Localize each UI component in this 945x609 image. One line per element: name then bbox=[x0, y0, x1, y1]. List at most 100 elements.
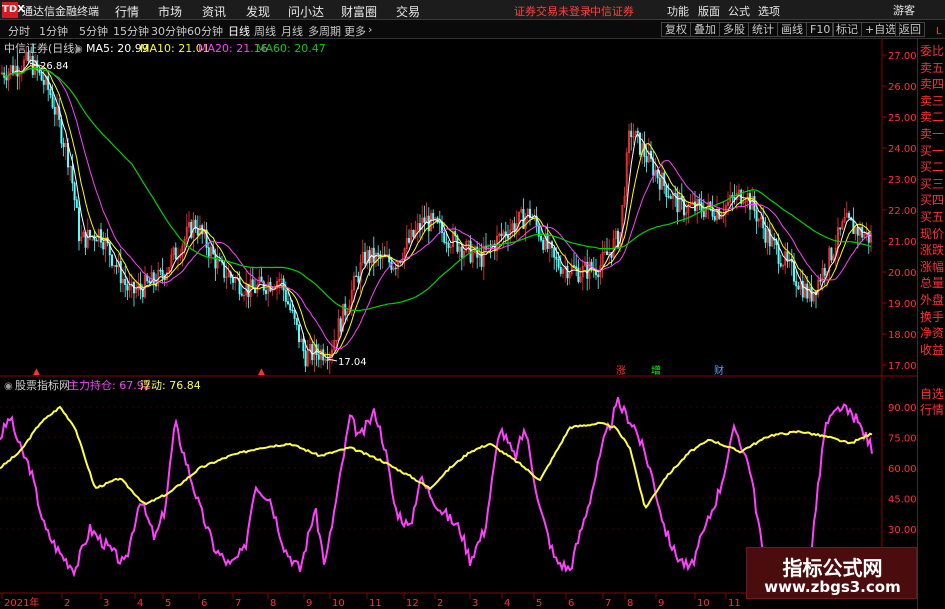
event-marker-a: ▲ bbox=[33, 367, 40, 377]
date-tick: 4 bbox=[137, 598, 143, 609]
side-panel-item[interactable]: 卖二 bbox=[920, 108, 944, 125]
side-panel-item[interactable]: 买二 bbox=[920, 158, 944, 175]
indicator-name: 股票指标网 bbox=[15, 378, 70, 392]
date-tick: 9 bbox=[658, 598, 664, 609]
side-panel-item[interactable]: 收益 bbox=[920, 341, 944, 358]
menu-bar: TDX 通达信金融终端 行情 市场 资讯 发现 问小达 财富圈 交易 证券交易未… bbox=[0, 0, 945, 20]
date-tick: 8 bbox=[627, 598, 633, 609]
indicator-tick: 75.00 bbox=[888, 434, 917, 445]
date-tick: 9 bbox=[306, 598, 312, 609]
date-tick: 2 bbox=[64, 598, 70, 609]
side-panel-item[interactable]: 买一 bbox=[920, 142, 944, 159]
event-marker-b: ▲ bbox=[258, 367, 265, 377]
adjust-button[interactable]: 复权 bbox=[661, 22, 691, 37]
side-panel-item[interactable]: 买四 bbox=[920, 191, 944, 208]
menu-options[interactable]: 选项 bbox=[758, 3, 780, 19]
menu-formula[interactable]: 公式 bbox=[728, 3, 750, 19]
overlay-button[interactable]: 叠加 bbox=[690, 22, 720, 37]
tab-weekly[interactable]: 周线 bbox=[254, 23, 276, 39]
side-panel-item[interactable]: 卖一 bbox=[920, 125, 944, 142]
indicator-gear-icon[interactable]: ◉ bbox=[4, 381, 13, 392]
event-marker-up[interactable]: 涨 bbox=[616, 365, 626, 377]
menu-fortune[interactable]: 财富圈 bbox=[341, 3, 377, 20]
side-panel-item[interactable]: 委比 bbox=[920, 42, 944, 59]
side-panel-tab[interactable]: 自选 bbox=[920, 385, 944, 402]
tab-daily[interactable]: 日线 bbox=[228, 23, 250, 39]
tab-more[interactable]: 更多 bbox=[344, 23, 366, 39]
main-position-label: 主力持仓: 67.92 bbox=[68, 378, 151, 392]
indicator-tick: 90.00 bbox=[888, 403, 917, 414]
price-tick: 19.00 bbox=[888, 299, 917, 310]
date-tick: 3 bbox=[103, 598, 109, 609]
tab-monthly[interactable]: 月线 bbox=[281, 23, 303, 39]
price-tick: 22.00 bbox=[888, 206, 917, 217]
price-tick: 21.00 bbox=[888, 237, 917, 248]
side-panel-item[interactable]: 净资 bbox=[920, 324, 944, 341]
back-button[interactable]: 返回 bbox=[895, 22, 925, 37]
low-annotation: 17.04 bbox=[338, 357, 367, 368]
date-tick: 5 bbox=[536, 598, 542, 609]
side-panel-item[interactable]: 现价 bbox=[920, 225, 944, 242]
side-panel-item[interactable]: 外盘 bbox=[920, 291, 944, 308]
side-panel-item[interactable]: 换手 bbox=[920, 308, 944, 325]
watermark-title: 指标公式网 bbox=[782, 556, 883, 580]
settings-gear-icon[interactable]: ◉ bbox=[74, 44, 83, 55]
date-tick: 2 bbox=[437, 598, 443, 609]
event-marker-fin[interactable]: 财 bbox=[714, 364, 724, 377]
price-tick: 26.00 bbox=[888, 82, 917, 93]
multi-stock-button[interactable]: 多股 bbox=[719, 22, 749, 37]
login-status[interactable]: 证券交易未登录 bbox=[514, 3, 591, 19]
side-panel-tab[interactable]: 行情 bbox=[920, 401, 944, 418]
price-tick: 27.00 bbox=[888, 51, 917, 62]
tab-1min[interactable]: 1分钟 bbox=[39, 23, 68, 39]
event-marker-add[interactable]: 增 bbox=[651, 364, 661, 377]
ma60-label: MA60: 20.47 bbox=[256, 42, 326, 55]
tab-30min[interactable]: 30分钟 bbox=[151, 23, 187, 39]
menu-xiaoda[interactable]: 问小达 bbox=[288, 3, 324, 20]
guest-user[interactable]: 游客 bbox=[893, 2, 915, 18]
date-tick: 5 bbox=[165, 598, 171, 609]
side-panel-item[interactable]: 买三 bbox=[920, 175, 944, 192]
more-chevron-icon[interactable]: › bbox=[368, 23, 372, 36]
tab-timeshare[interactable]: 分时 bbox=[8, 23, 30, 39]
draw-line-button[interactable]: 画线 bbox=[777, 22, 807, 37]
app-title: 通达信金融终端 bbox=[22, 5, 99, 18]
date-tick: 3 bbox=[472, 598, 478, 609]
date-tick: 8 bbox=[270, 598, 276, 609]
date-tick: 7 bbox=[605, 598, 611, 609]
tab-5min[interactable]: 5分钟 bbox=[79, 23, 108, 39]
side-panel-item[interactable]: 涨跌 bbox=[920, 241, 944, 258]
mark-button[interactable]: 标记 bbox=[832, 22, 862, 37]
side-panel-item[interactable]: 卖四 bbox=[920, 75, 944, 92]
date-tick: 12 bbox=[406, 598, 419, 609]
price-tick: 17.00 bbox=[888, 361, 917, 372]
menu-function[interactable]: 功能 bbox=[667, 3, 689, 19]
side-panel-corner[interactable]: L bbox=[936, 26, 942, 37]
f10-button[interactable]: F10 bbox=[806, 22, 835, 37]
date-tick: 10 bbox=[697, 598, 710, 609]
indicator-tick: 45.00 bbox=[888, 495, 917, 506]
side-panel-item[interactable]: 买五 bbox=[920, 208, 944, 225]
watermark: 指标公式网 www.zbgs3.com bbox=[746, 547, 917, 599]
tab-60min[interactable]: 60分钟 bbox=[187, 23, 223, 39]
date-tick: 2021年 bbox=[4, 596, 39, 609]
side-panel-item[interactable]: 涨幅 bbox=[920, 258, 944, 275]
price-tick: 18.00 bbox=[888, 330, 917, 341]
indicator-tick: 60.00 bbox=[888, 464, 917, 475]
price-tick: 25.00 bbox=[888, 113, 917, 124]
menu-discover[interactable]: 发现 bbox=[246, 3, 270, 20]
menu-layout[interactable]: 版面 bbox=[698, 3, 720, 19]
side-panel-item[interactable]: 总量 bbox=[920, 274, 944, 291]
menu-news[interactable]: 资讯 bbox=[202, 3, 226, 20]
menu-trade[interactable]: 交易 bbox=[396, 3, 420, 20]
tab-multi-period[interactable]: 多周期 bbox=[308, 23, 341, 39]
menu-market[interactable]: 市场 bbox=[158, 3, 182, 20]
menu-quotes[interactable]: 行情 bbox=[115, 3, 139, 20]
tab-15min[interactable]: 15分钟 bbox=[113, 23, 149, 39]
stats-button[interactable]: 统计 bbox=[748, 22, 778, 37]
quote-side-panel: L 委比 卖五 卖四 卖三 卖二 卖一 买一 买二 买三 买四 买五 现价 涨跌 涨幅 总量 外盘 换手 净资 收益自… bbox=[917, 26, 945, 609]
float-label: 浮动: 76.84 bbox=[140, 379, 201, 392]
stock-chart[interactable]: 中信证券(日线) ◉ MA5: 20.99 MA10: 21.01 MA20: … bbox=[0, 39, 917, 609]
side-panel-item[interactable]: 卖五 bbox=[920, 59, 944, 76]
side-panel-item[interactable]: 卖三 bbox=[920, 92, 944, 109]
